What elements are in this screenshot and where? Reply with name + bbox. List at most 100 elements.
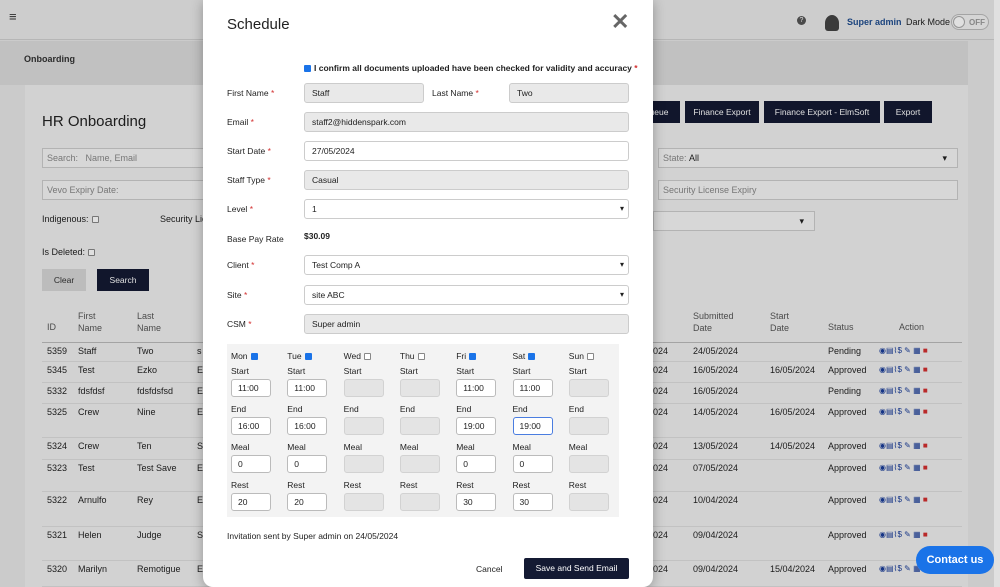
mon-rest-input[interactable]: 20	[231, 493, 271, 511]
meal-label: Meal	[568, 442, 588, 452]
tue-start-input[interactable]: 11:00	[287, 379, 328, 397]
sat-rest-input[interactable]: 30	[512, 493, 553, 511]
base-pay-value: $30.09	[304, 231, 330, 241]
rest-label: Rest	[231, 480, 249, 490]
end-label: End	[287, 404, 303, 414]
wed-meal-input[interactable]	[343, 455, 384, 473]
end-label: End	[343, 404, 359, 414]
start-label: Start	[456, 366, 475, 376]
scrollbar[interactable]	[994, 0, 1000, 587]
sun-end-input[interactable]	[568, 417, 609, 435]
meal-label: Meal	[512, 442, 531, 452]
tue-rest-input[interactable]: 20	[287, 493, 328, 511]
day-checkbox-wed[interactable]: Wed	[344, 351, 371, 361]
start-label: Start	[512, 366, 531, 376]
staff-type-field[interactable]: Casual	[304, 170, 629, 190]
rest-label: Rest	[287, 480, 305, 490]
start-date-field[interactable]: 27/05/2024	[304, 141, 629, 161]
rest-label: Rest	[512, 480, 530, 490]
sun-rest-input[interactable]	[568, 493, 609, 511]
sun-start-input[interactable]	[568, 379, 609, 397]
schedule-grid: Mon Start 11:00 End 16:00 Meal 0 Rest 20 Tue Start…	[227, 344, 619, 517]
invitation-note: Invitation sent by Super admin on 24/05/…	[227, 531, 399, 541]
start-date-label: Start Date *	[227, 146, 271, 156]
site-select[interactable]: site ABC	[304, 285, 629, 305]
end-label: End	[231, 404, 247, 414]
mon-end-input[interactable]: 16:00	[231, 417, 271, 435]
thu-start-input[interactable]	[399, 379, 440, 397]
day-checkbox-sun[interactable]: Sun	[569, 351, 594, 361]
last-name-label: Last Name *	[432, 88, 479, 98]
end-label: End	[568, 404, 584, 414]
first-name-label: First Name *	[227, 88, 275, 98]
csm-label: CSM *	[227, 319, 252, 329]
cancel-button[interactable]: Cancel	[476, 564, 502, 574]
email-label: Email *	[227, 117, 254, 127]
thu-rest-input[interactable]	[399, 493, 440, 511]
day-column-wed: Wed Start End Meal Rest	[340, 344, 400, 517]
client-select[interactable]: Test Comp A	[304, 255, 629, 275]
sat-end-input[interactable]: 19:00	[512, 417, 553, 435]
day-column-thu: Thu Start End Meal Rest	[396, 344, 456, 517]
meal-label: Meal	[456, 442, 475, 452]
site-label: Site *	[227, 290, 248, 300]
meal-label: Meal	[399, 442, 419, 452]
day-checkbox-tue[interactable]: Tue	[287, 351, 312, 361]
start-label: Start	[399, 366, 418, 376]
modal-title: Schedule	[227, 16, 290, 33]
rest-label: Rest	[343, 480, 362, 490]
rest-label: Rest	[399, 480, 418, 490]
tue-end-input[interactable]: 16:00	[287, 417, 328, 435]
day-checkbox-mon[interactable]: Mon	[231, 351, 258, 361]
client-label: Client *	[227, 260, 255, 270]
start-label: Start	[343, 366, 362, 376]
meal-label: Meal	[287, 442, 306, 452]
fri-rest-input[interactable]: 30	[456, 493, 497, 511]
start-label: Start	[231, 366, 249, 376]
csm-field[interactable]: Super admin	[304, 314, 629, 334]
day-column-fri: Fri Start 11:00 End 19:00 Meal 0 Rest 30	[452, 344, 512, 517]
meal-label: Meal	[231, 442, 250, 452]
mon-meal-input[interactable]: 0	[231, 455, 271, 473]
save-send-email-button[interactable]: Save and Send Email	[524, 558, 629, 579]
fri-start-input[interactable]: 11:00	[456, 379, 497, 397]
rest-label: Rest	[456, 480, 474, 490]
wed-end-input[interactable]	[343, 417, 384, 435]
meal-label: Meal	[343, 442, 363, 452]
thu-meal-input[interactable]	[399, 455, 440, 473]
first-name-field[interactable]: Staff	[304, 83, 424, 103]
schedule-modal: Schedule ✕ I confirm all documents uploa…	[203, 0, 653, 587]
wed-start-input[interactable]	[343, 379, 384, 397]
fri-end-input[interactable]: 19:00	[456, 417, 497, 435]
day-column-sat: Sat Start 11:00 End 19:00 Meal 0 Rest 30	[509, 344, 569, 517]
mon-start-input[interactable]: 11:00	[231, 379, 271, 397]
end-label: End	[399, 404, 416, 414]
end-label: End	[456, 404, 472, 414]
day-checkbox-fri[interactable]: Fri	[456, 351, 477, 361]
level-label: Level *	[227, 204, 254, 214]
rest-label: Rest	[568, 480, 587, 490]
last-name-field[interactable]: Two	[509, 83, 629, 103]
end-label: End	[512, 404, 528, 414]
day-checkbox-sat[interactable]: Sat	[513, 351, 536, 361]
confirm-checkbox[interactable]: I confirm all documents uploaded have be…	[304, 63, 638, 73]
day-checkbox-thu[interactable]: Thu	[400, 351, 425, 361]
thu-end-input[interactable]	[399, 417, 440, 435]
base-pay-label: Base Pay Rate	[227, 234, 284, 244]
sat-meal-input[interactable]: 0	[512, 455, 553, 473]
sat-start-input[interactable]: 11:00	[512, 379, 553, 397]
start-label: Start	[568, 366, 587, 376]
wed-rest-input[interactable]	[343, 493, 384, 511]
contact-us-button[interactable]: Contact us	[916, 546, 994, 574]
email-field[interactable]: staff2@hiddenspark.com	[304, 112, 629, 132]
level-select[interactable]: 1	[304, 199, 629, 219]
tue-meal-input[interactable]: 0	[287, 455, 328, 473]
sun-meal-input[interactable]	[568, 455, 609, 473]
day-column-mon: Mon Start 11:00 End 16:00 Meal 0 Rest 20	[227, 344, 287, 517]
staff-type-label: Staff Type *	[227, 175, 271, 185]
close-icon[interactable]: ✕	[611, 9, 629, 35]
fri-meal-input[interactable]: 0	[456, 455, 497, 473]
day-column-sun: Sun Start End Meal Rest	[565, 344, 625, 517]
day-column-tue: Tue Start 11:00 End 16:00 Meal 0 Rest 20	[283, 344, 343, 517]
start-label: Start	[287, 366, 306, 376]
